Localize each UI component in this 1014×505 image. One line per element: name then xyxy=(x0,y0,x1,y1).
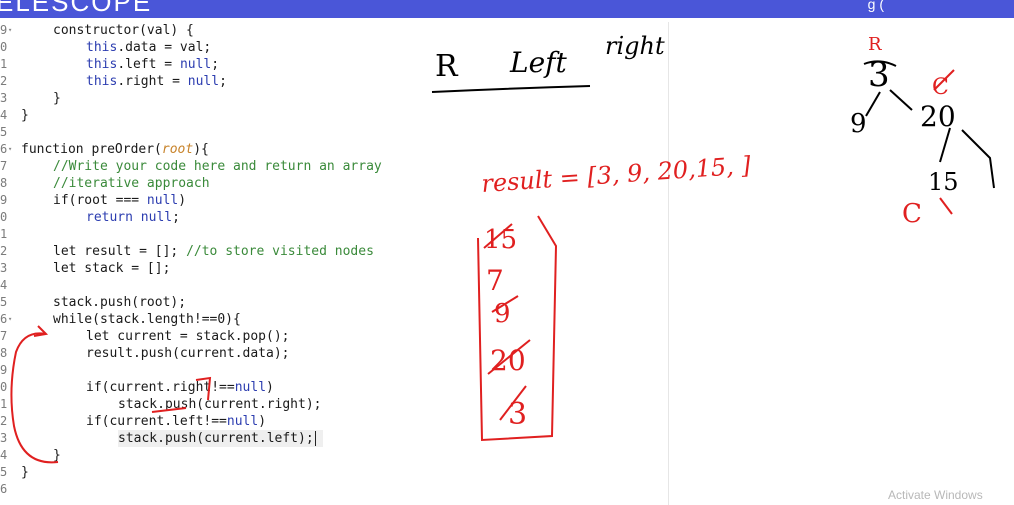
ink-loop-bracket xyxy=(10,332,59,464)
ink-tree-current-arrow xyxy=(939,197,953,215)
ink-tree-current-marker: C xyxy=(902,199,922,229)
ink-label-root-order: R xyxy=(435,49,459,84)
ink-stack-item-9: 9 xyxy=(494,299,511,329)
ink-mark-right xyxy=(195,376,212,401)
ink-tree-right-left: 15 xyxy=(928,168,959,196)
ink-stack-item-7: 7 xyxy=(486,264,504,297)
ink-tree-edge-right xyxy=(889,89,913,111)
activate-windows-watermark: Activate Windows xyxy=(888,488,983,502)
ink-label-left-order: Left xyxy=(509,46,568,79)
ink-result-array: result = [3, 9, 20,15, ] xyxy=(480,151,752,198)
ink-tree-edge-right-left xyxy=(939,127,951,163)
ink-stack-item-15: 15 xyxy=(484,225,517,255)
ink-annotations: R Left right result = [3, 9, 20,15, ] 15… xyxy=(10,32,995,464)
ink-label-right-order: right xyxy=(605,32,665,60)
ink-tree-left: 9 xyxy=(850,109,867,139)
ink-underline-stack xyxy=(151,407,187,413)
ink-tree-edge-right-right xyxy=(961,129,995,189)
ink-tree-root-marker: R xyxy=(868,34,882,55)
ink-tree-right: 20 xyxy=(920,100,956,133)
ink-stack-item-3: 3 xyxy=(508,397,527,432)
ink-underline xyxy=(431,85,591,93)
ink-tree-edge-left xyxy=(865,91,881,117)
